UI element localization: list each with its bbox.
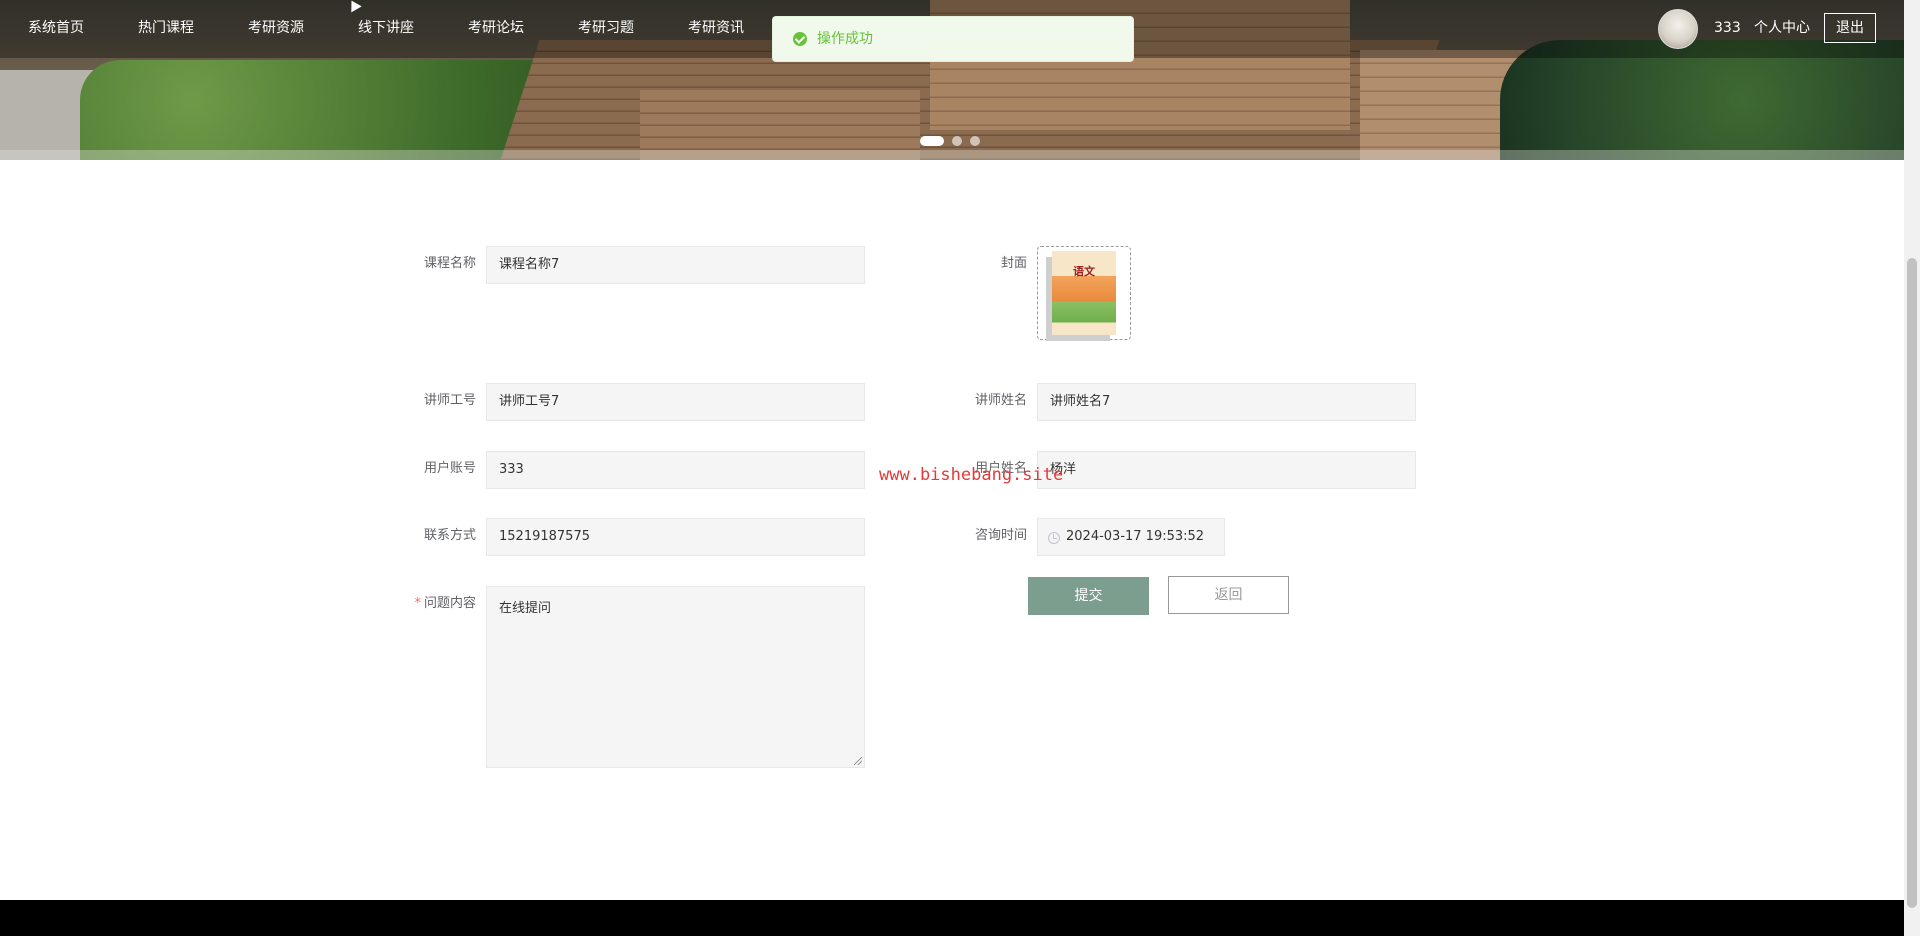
required-mark: * (414, 596, 421, 611)
course-name-input[interactable]: 课程名称7 (486, 246, 865, 284)
cover-label: 封面 (1000, 256, 1027, 271)
carousel-dot-1[interactable] (920, 136, 944, 146)
user-name-input[interactable]: 杨洋 (1037, 451, 1416, 489)
nav-item-home[interactable]: 系统首页 (28, 0, 84, 58)
cover-image-title: 语文 (1073, 265, 1095, 278)
personal-center-link[interactable]: 个人中心 (1754, 0, 1810, 56)
course-name-label: 课程名称 (423, 256, 476, 271)
logout-button[interactable]: 退出 (1824, 13, 1876, 43)
cover-image: 语文 (1052, 251, 1116, 335)
submit-button[interactable]: 提交 (1028, 577, 1149, 615)
clock-icon (1048, 532, 1060, 544)
teacher-id-label: 讲师工号 (423, 393, 476, 408)
consult-time-value: 2024-03-17 19:53:52 (1066, 529, 1205, 544)
footer (0, 900, 1904, 936)
user-account-label: 用户账号 (423, 461, 476, 476)
nav-item-lectures[interactable]: 线下讲座 (358, 0, 414, 58)
banner-hedge-right (1500, 40, 1904, 160)
avatar[interactable] (1658, 9, 1698, 49)
consult-time-label: 咨询时间 (974, 528, 1027, 543)
cover-upload[interactable]: 语文 (1037, 246, 1131, 340)
teacher-name-input[interactable]: 讲师姓名7 (1037, 383, 1416, 421)
nav-item-exercises[interactable]: 考研习题 (578, 0, 634, 58)
scrollbar-thumb[interactable] (1907, 258, 1917, 908)
nav-item-hot-courses[interactable]: 热门课程 (138, 0, 194, 58)
nav-item-news[interactable]: 考研资讯 (688, 0, 744, 58)
teacher-id-input[interactable]: 讲师工号7 (486, 383, 865, 421)
banner-floor (0, 150, 1904, 160)
consult-time-picker[interactable]: 2024-03-17 19:53:52 (1037, 518, 1225, 556)
nav-item-resources[interactable]: 考研资源 (248, 0, 304, 58)
back-button[interactable]: 返回 (1168, 576, 1289, 614)
username: 333 (1714, 20, 1741, 36)
carousel-dot-2[interactable] (952, 136, 962, 146)
nav-item-forum[interactable]: 考研论坛 (468, 0, 524, 58)
watermark-text: www.bishebang.site (879, 465, 1064, 485)
carousel-dot-3[interactable] (970, 136, 980, 146)
question-text: 在线提问 (499, 601, 552, 616)
question-label: * 问题内容 (400, 585, 476, 623)
contact-label: 联系方式 (423, 528, 476, 543)
user-account-input[interactable]: 333 (486, 451, 865, 489)
question-label-text: 问题内容 (423, 596, 476, 611)
success-check-icon (793, 32, 807, 46)
resize-handle-icon[interactable] (854, 757, 862, 765)
toast-message: 操作成功 (817, 31, 873, 47)
success-toast: 操作成功 (772, 16, 1134, 62)
question-textarea[interactable]: 在线提问 (486, 586, 865, 768)
contact-input[interactable]: 15219187575 (486, 518, 865, 556)
teacher-name-label: 讲师姓名 (974, 393, 1027, 408)
